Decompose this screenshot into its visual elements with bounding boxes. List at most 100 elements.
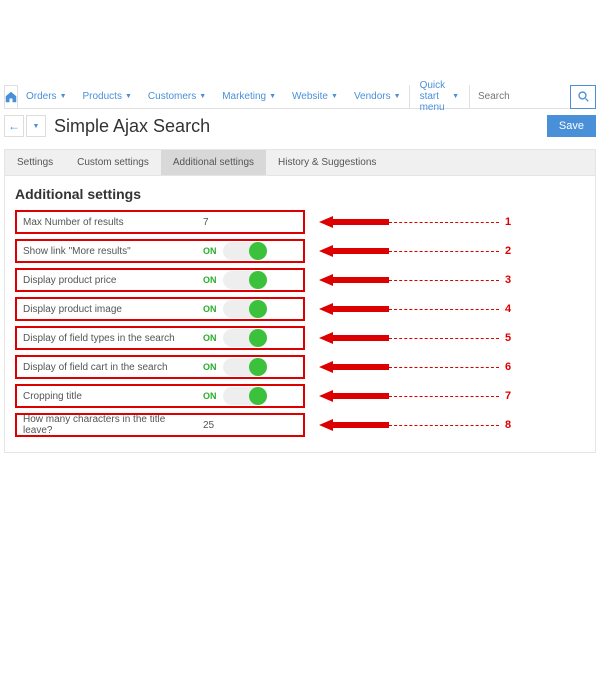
dash-line [389,367,499,368]
toggle-track [223,358,267,376]
dash-line [389,425,499,426]
caret-icon: ▼ [394,93,401,100]
arrow-icon [319,361,389,373]
dash-line [389,280,499,281]
arrow-icon [319,390,389,402]
arrow-icon [319,419,389,431]
tabs: Settings Custom settings Additional sett… [5,150,595,176]
arrow-icon [319,245,389,257]
nav-label: Products [83,91,122,102]
back-button[interactable]: ← [4,115,24,137]
tab-custom-settings[interactable]: Custom settings [65,150,161,175]
settings-list: Max Number of results71Show link "More r… [5,210,595,452]
toggle[interactable]: ON [203,358,297,376]
toggle-knob [249,300,267,318]
annotation-number: 6 [505,361,511,373]
setting-text-value[interactable]: 7 [197,217,303,228]
nav-label: Marketing [222,91,266,102]
caret-icon: ▼ [60,93,67,100]
tab-history-suggestions[interactable]: History & Suggestions [266,150,388,175]
nav-customers[interactable]: Customers▼ [140,85,214,109]
setting-box: Max Number of results7 [15,210,305,234]
setting-row: Display product image ON 4 [15,297,585,321]
quickstart-label: Quick start menu [420,80,449,113]
toggle-on-label: ON [203,391,217,401]
tab-additional-settings[interactable]: Additional settings [161,150,266,175]
annotation-number: 3 [505,274,511,286]
setting-row: Display of field cart in the search ON 6 [15,355,585,379]
dash-line [389,251,499,252]
toggle[interactable]: ON [203,242,297,260]
nav-label: Customers [148,91,196,102]
toggle[interactable]: ON [203,300,297,318]
toggle[interactable]: ON [203,271,297,289]
annotation: 7 [319,390,511,402]
tab-settings[interactable]: Settings [5,150,65,175]
dropdown-button[interactable]: ▼ [26,115,46,137]
setting-row: Max Number of results7 1 [15,210,585,234]
search-box [470,85,596,109]
caret-icon: ▼ [269,93,276,100]
toggle-on-label: ON [203,246,217,256]
setting-label: Display product price [17,275,197,286]
nav-products[interactable]: Products▼ [75,85,140,109]
setting-text-value[interactable]: 25 [197,420,303,431]
page-title: Simple Ajax Search [54,116,547,137]
nav-marketing[interactable]: Marketing▼ [214,85,284,109]
dash-line [389,222,499,223]
setting-label: Cropping title [17,391,197,402]
caret-icon: ▼ [125,93,132,100]
setting-toggle-cell: ON [197,300,303,318]
toggle-knob [249,358,267,376]
setting-box: Display product price ON [15,268,305,292]
setting-toggle-cell: ON [197,387,303,405]
toggle-on-label: ON [203,275,217,285]
setting-label: Display of field cart in the search [17,362,197,373]
arrow-icon [319,303,389,315]
setting-box: Show link "More results" ON [15,239,305,263]
caret-icon: ▼ [199,93,206,100]
toggle-track [223,387,267,405]
toggle-on-label: ON [203,304,217,314]
arrow-icon [319,332,389,344]
setting-label: Max Number of results [17,217,197,228]
nav-vendors[interactable]: Vendors▼ [346,85,409,109]
nav-website[interactable]: Website▼ [284,85,346,109]
toggle[interactable]: ON [203,329,297,347]
setting-label: Show link "More results" [17,246,197,257]
home-icon[interactable] [4,85,18,109]
toggle-track [223,271,267,289]
page-header: ← ▼ Simple Ajax Search Save [4,111,596,141]
annotation-number: 8 [505,419,511,431]
setting-toggle-cell: ON [197,329,303,347]
arrow-icon [319,274,389,286]
annotation-number: 2 [505,245,511,257]
annotation-number: 1 [505,216,511,228]
setting-box: Display product image ON [15,297,305,321]
nav-label: Vendors [354,91,391,102]
setting-row: Show link "More results" ON 2 [15,239,585,263]
nav-orders[interactable]: Orders▼ [18,85,75,109]
search-icon [578,91,589,102]
search-input[interactable] [470,91,570,102]
setting-row: Display product price ON 3 [15,268,585,292]
dash-line [389,338,499,339]
annotation-number: 4 [505,303,511,315]
quick-start-menu[interactable]: Quick start menu▼ [409,85,470,109]
save-button[interactable]: Save [547,115,596,137]
toggle-knob [249,329,267,347]
toggle-knob [249,242,267,260]
annotation: 3 [319,274,511,286]
setting-row: Display of field types in the searchON5 [15,326,585,350]
setting-row: Cropping title ON 7 [15,384,585,408]
search-button[interactable] [570,85,596,109]
setting-toggle-cell: ON [197,358,303,376]
setting-toggle-cell: ON [197,271,303,289]
setting-label: Display product image [17,304,197,315]
dash-line [389,309,499,310]
arrow-icon [319,216,389,228]
dash-line [389,396,499,397]
setting-box: Cropping title ON [15,384,305,408]
setting-label: Display of field types in the search [17,333,197,344]
toggle[interactable]: ON [203,387,297,405]
